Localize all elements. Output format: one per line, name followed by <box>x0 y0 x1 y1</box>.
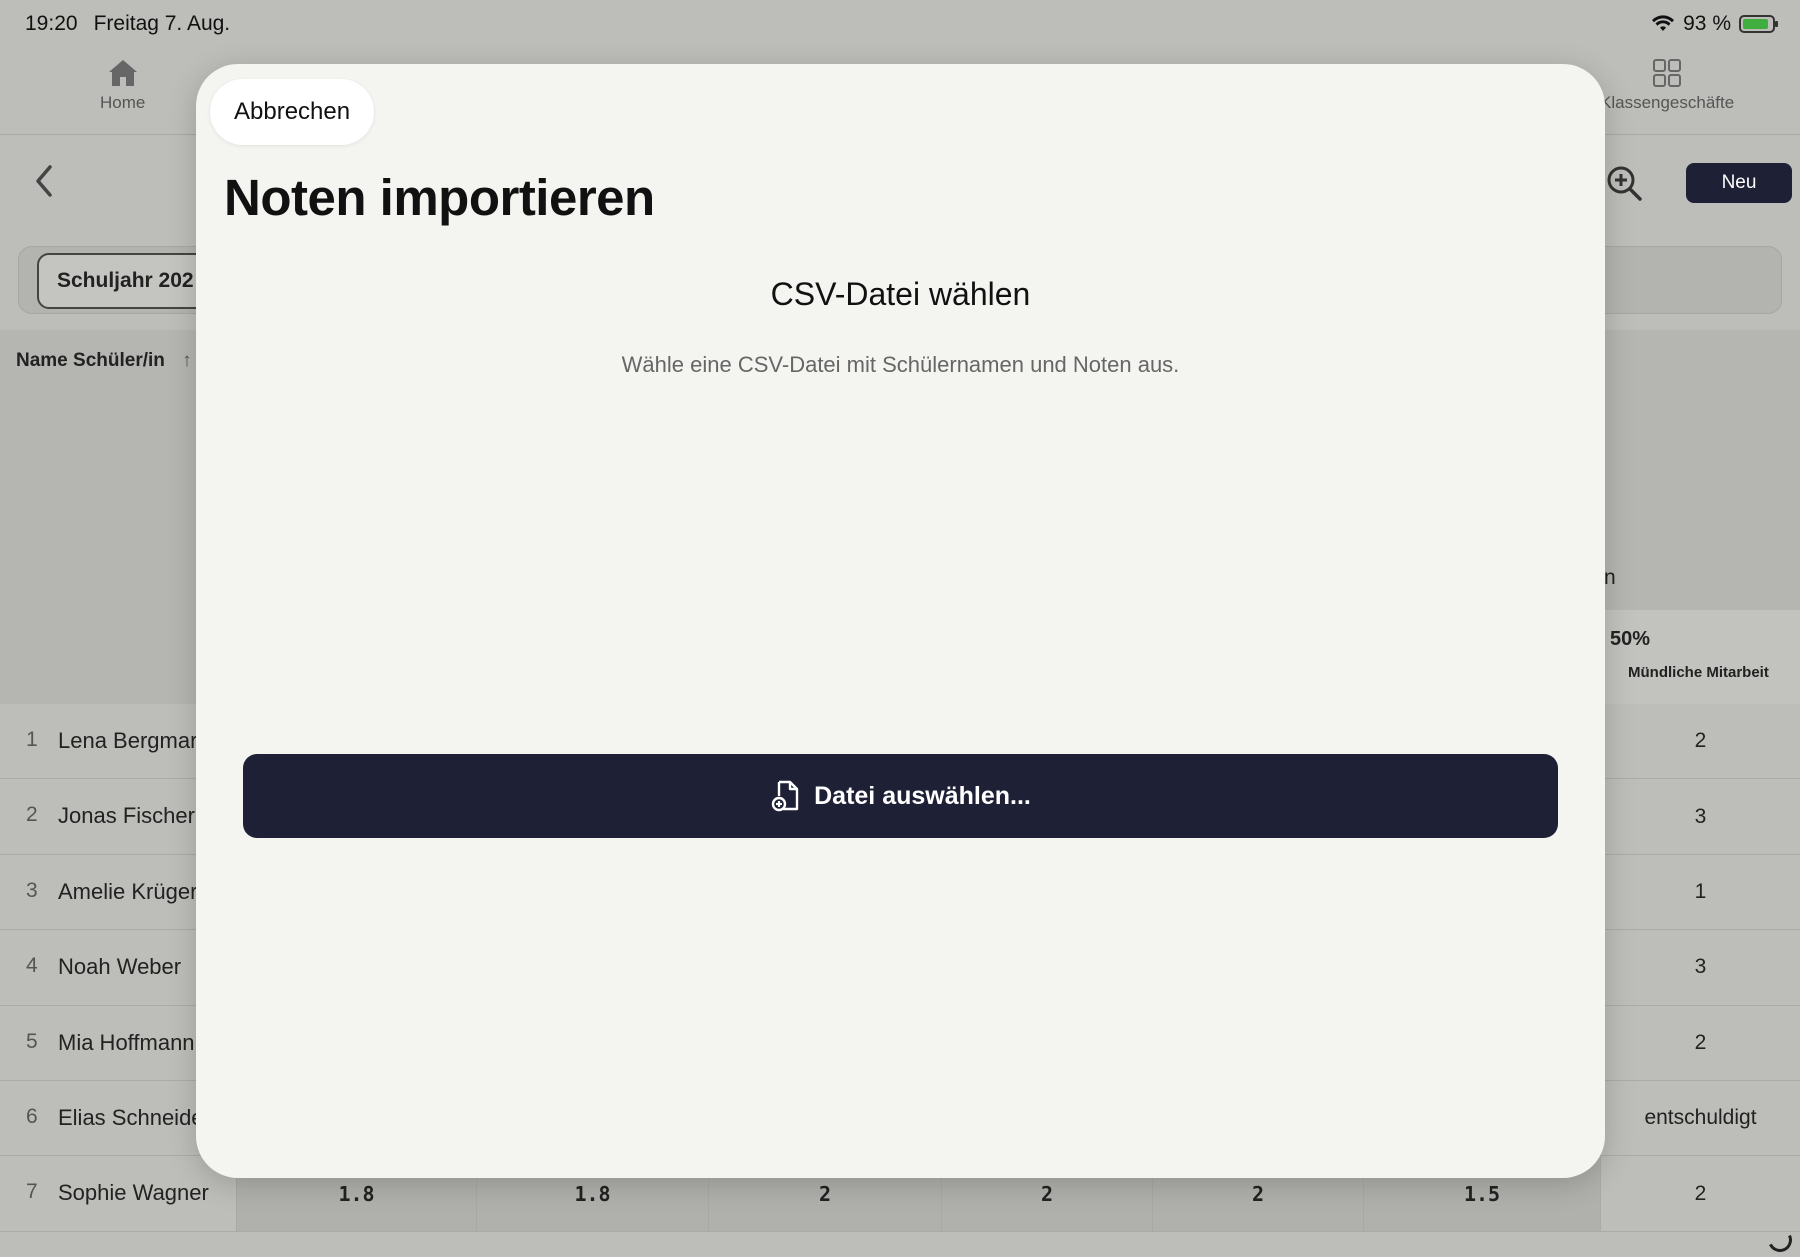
student-name: Mia Hoffmann <box>58 1029 195 1055</box>
grade-cell[interactable]: entschuldigt <box>1600 1080 1800 1156</box>
status-bar: 19:20 Freitag 7. Aug. 93 % <box>0 0 1800 48</box>
row-number: 4 <box>26 954 38 978</box>
row-number: 7 <box>26 1180 38 1204</box>
document-add-icon <box>771 780 799 812</box>
oral-participation-header: 50% Mündliche Mitarbeit <box>1600 610 1800 704</box>
student-name: Sophie Wagner <box>58 1180 209 1206</box>
csv-subtitle: CSV-Datei wählen <box>770 276 1031 312</box>
name-column-label: Name Schüler/in <box>16 350 165 371</box>
import-grades-sheet: Abbrechen Noten importieren CSV-Datei wä… <box>196 64 1605 1178</box>
tab-home-label: Home <box>100 93 146 112</box>
tab-class-business-label: Klassengeschäfte <box>1600 93 1735 112</box>
grade-cell[interactable]: 3 <box>1600 779 1800 854</box>
sheet-title: Noten importieren <box>224 169 655 226</box>
student-name: Lena Bergmar <box>58 728 198 753</box>
new-button[interactable]: Neu <box>1686 163 1792 203</box>
sort-arrow-icon: ↑ <box>182 350 192 371</box>
name-column-header[interactable]: Name Schüler/in ↑ <box>16 350 192 372</box>
status-time: 19:20 <box>25 12 78 35</box>
battery-icon <box>1739 15 1778 33</box>
csv-hint: Wähle eine CSV-Datei mit Schülernamen un… <box>621 352 1180 377</box>
grade-cell[interactable]: 2 <box>1600 1005 1800 1080</box>
oral-participation-label: Mündliche Mitarbeit <box>1628 664 1769 681</box>
back-chevron-icon[interactable] <box>32 163 56 199</box>
grade-cell[interactable]: 2 <box>1600 1156 1800 1231</box>
status-right: 93 % <box>1651 12 1778 36</box>
zoom-in-icon[interactable] <box>1604 163 1644 203</box>
row-number: 3 <box>26 878 38 902</box>
battery-percent: 93 % <box>1683 12 1731 35</box>
partial-column-header: n <box>1604 566 1616 589</box>
row-number: 2 <box>26 803 38 827</box>
status-date: Freitag 7. Aug. <box>93 12 231 35</box>
cancel-button[interactable]: Abbrechen <box>210 79 375 145</box>
wifi-icon <box>1652 15 1675 31</box>
weight-percent: 50% <box>1610 628 1651 650</box>
tab-home[interactable]: Home <box>100 55 145 113</box>
student-name: Amelie Krüger <box>58 878 198 904</box>
student-name: Elias Schneide <box>58 1104 204 1130</box>
home-icon <box>108 60 137 86</box>
student-name: Jonas Fischer <box>58 803 195 829</box>
choose-file-button[interactable]: Datei auswählen... <box>243 754 1558 838</box>
grade-cell[interactable]: 1 <box>1600 854 1800 930</box>
row-number: 1 <box>26 728 38 751</box>
row-number: 6 <box>26 1104 38 1128</box>
choose-file-label: Datei auswählen... <box>814 781 1031 810</box>
grid-icon <box>1653 59 1682 87</box>
row-number: 5 <box>26 1029 38 1053</box>
grade-cell[interactable]: 3 <box>1600 930 1800 1005</box>
tab-class-business[interactable]: Klassengeschäfte <box>1600 55 1734 113</box>
student-name: Noah Weber <box>58 954 182 980</box>
grade-cell[interactable]: 2 <box>1600 704 1800 779</box>
